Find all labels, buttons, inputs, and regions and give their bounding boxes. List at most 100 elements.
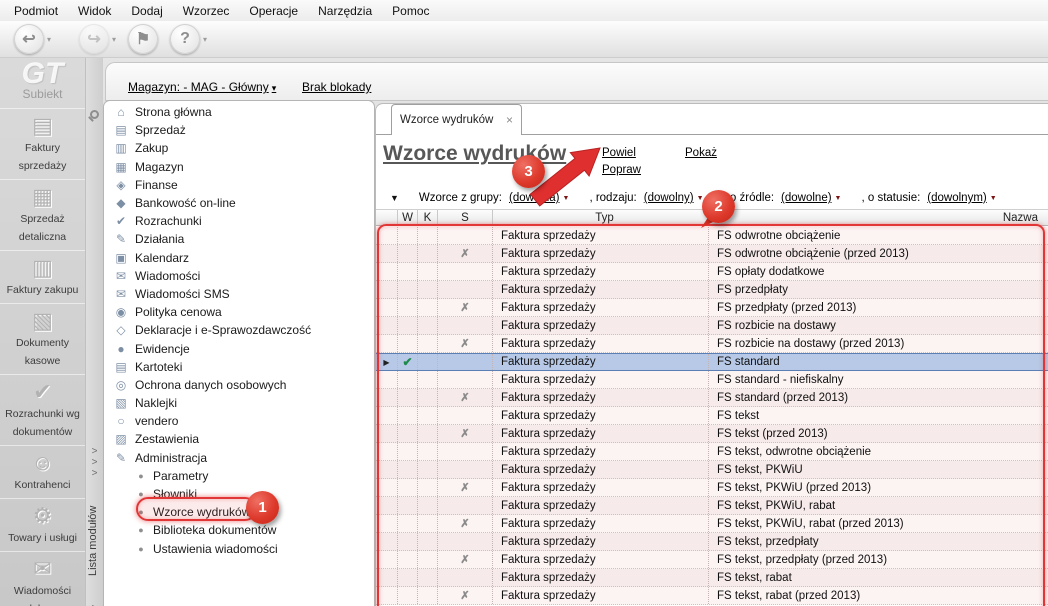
menu-item[interactable]: Narzędzia (308, 2, 382, 20)
tree-item[interactable]: ▣ Kalendarz (104, 249, 374, 267)
table-row[interactable]: ✗ Faktura sprzedaży FS rozbicie na dosta… (376, 335, 1048, 353)
tree-item[interactable]: ● Biblioteka dokumentów (104, 521, 374, 539)
tree-item[interactable]: ◉ Polityka cenowa (104, 303, 374, 321)
tree-item[interactable]: ⌂ Strona główna (104, 103, 374, 121)
menu-bar: Podmiot Widok Dodaj Wzorzec Operacje Narzędzi… (0, 0, 1048, 21)
sidebar-item[interactable]: ▥ Faktury zakupu (0, 250, 85, 303)
column-header-w[interactable]: W (398, 210, 418, 225)
tree-item[interactable]: ✎ Działania (104, 230, 374, 248)
tree-item[interactable]: ● Słowniki (104, 485, 374, 503)
table-row[interactable]: ✗ Faktura sprzedaży FS tekst (przed 2013… (376, 425, 1048, 443)
table-row[interactable]: ✗ Faktura sprzedaży FS tekst, PKWiU (prz… (376, 479, 1048, 497)
tree-item[interactable]: ▨ Zestawienia (104, 430, 374, 448)
tree-item[interactable]: ● Parametry (104, 467, 374, 485)
table-row[interactable]: Faktura sprzedaży FS rozbicie na dostawy (376, 317, 1048, 335)
sidebar-item[interactable]: ⚙ Towary i usługi (0, 498, 85, 551)
table-row[interactable]: Faktura sprzedaży FS tekst, odwrotne obc… (376, 443, 1048, 461)
strip-chevrons[interactable]: > > > (86, 446, 103, 479)
tree-item[interactable]: ▤ Kartoteki (104, 358, 374, 376)
help-icon[interactable]: ? (170, 24, 201, 54)
filter-value-link[interactable]: (dowolna) (509, 192, 560, 204)
table-row[interactable]: Faktura sprzedaży FS tekst, PKWiU, rabat (376, 497, 1048, 515)
table-row[interactable]: ▶ ✔ Faktura sprzedaży FS standard (376, 353, 1048, 371)
table-row[interactable]: Faktura sprzedaży FS opłaty dodatkowe (376, 263, 1048, 281)
table-row[interactable]: ✗ Faktura sprzedaży FS odwrotne obciążen… (376, 245, 1048, 263)
tree-item[interactable]: ✎ Administracja (104, 449, 374, 467)
tree-item[interactable]: ✔ Rozrachunki (104, 212, 374, 230)
table-row[interactable]: ✗ Faktura sprzedaży FS tekst, PKWiU, rab… (376, 515, 1048, 533)
action-powiel[interactable]: Powiel (602, 147, 636, 159)
tree-item-label: Słowniki (153, 487, 198, 502)
sidebar-item[interactable]: ▦ Sprzedaż detaliczna (0, 179, 85, 250)
column-header-typ[interactable]: Typ (493, 210, 709, 225)
sidebar-item[interactable]: ▧ Dokumenty kasowe (0, 303, 85, 374)
tree-item[interactable]: ▤ Sprzedaż (104, 121, 374, 139)
table-row[interactable]: Faktura sprzedaży FS przedpłaty (376, 281, 1048, 299)
tab-wzorce-wydrukow[interactable]: Wzorce wydruków × (391, 104, 522, 135)
tree-item[interactable]: ✉ Wiadomości (104, 267, 374, 285)
filter-value-link[interactable]: (dowolnym) (927, 192, 986, 204)
table-row[interactable]: Faktura sprzedaży FS tekst, PKWiU (376, 461, 1048, 479)
tree-item-icon: ◉ (115, 305, 127, 320)
magnifier-icon[interactable] (90, 110, 99, 119)
close-icon[interactable]: × (506, 113, 513, 127)
action-pokaz[interactable]: Pokaż (685, 147, 717, 159)
flag-icon[interactable]: ⚑ (128, 24, 159, 54)
dropdown-caret-icon[interactable]: ▾ (203, 35, 207, 44)
tree-item[interactable]: ◎ Ochrona danych osobowych (104, 376, 374, 394)
tree-item[interactable]: ▦ Magazyn (104, 158, 374, 176)
table-row[interactable]: ✗ Faktura sprzedaży FS tekst, rabat (prz… (376, 587, 1048, 605)
table-row[interactable]: Faktura sprzedaży FS tekst (376, 407, 1048, 425)
table-row[interactable]: Faktura sprzedaży FS odwrotne obciążenie (376, 227, 1048, 245)
table-row[interactable]: Faktura sprzedaży FS tekst, przedpłaty (376, 533, 1048, 551)
menu-item[interactable]: Wzorzec (173, 2, 240, 20)
sidebar-item[interactable]: ☺ Kontrahenci (0, 445, 85, 498)
tree-item-label: Deklaracje i e-Sprawozdawczość (135, 323, 312, 338)
tree-item[interactable]: ● Wzorce wydruków (104, 503, 374, 521)
tree-item[interactable]: ◈ Finanse (104, 176, 374, 194)
table-row[interactable]: Faktura sprzedaży FS tekst, rabat (376, 569, 1048, 587)
filter-value-link[interactable]: (dowolny) (644, 192, 694, 204)
filter-collapse-icon[interactable]: ▼ (390, 193, 399, 203)
dropdown-caret-icon[interactable]: ▾ (47, 35, 51, 44)
menu-item[interactable]: Podmiot (4, 2, 68, 20)
tree-item[interactable]: ● Ewidencje (104, 339, 374, 357)
column-header-nazwa[interactable]: Nazwa (709, 210, 1048, 225)
lock-status-link[interactable]: Brak blokady (302, 80, 371, 94)
table-row[interactable]: ✗ Faktura sprzedaży FS standard (przed 2… (376, 389, 1048, 407)
filter-dropdown-icon[interactable]: ▼ (697, 195, 704, 202)
page-title[interactable]: Wzorce wydruków ▼ (383, 142, 581, 166)
warehouse-selector[interactable]: Magazyn: - MAG - Główny ▾ (128, 80, 276, 94)
column-header-s[interactable]: S (438, 210, 493, 225)
tree-item[interactable]: ▧ Naklejki (104, 394, 374, 412)
table-row[interactable]: ✗ Faktura sprzedaży FS tekst, przedpłaty… (376, 551, 1048, 569)
tree-item[interactable]: ○ vendero (104, 412, 374, 430)
menu-item[interactable]: Operacje (239, 2, 308, 20)
menu-item[interactable]: Dodaj (121, 2, 172, 20)
tree-item[interactable]: ▥ Zakup (104, 139, 374, 157)
dropdown-caret-icon[interactable]: ▾ (112, 35, 116, 44)
column-header-k[interactable]: K (418, 210, 438, 225)
menu-item[interactable]: Widok (68, 2, 121, 20)
filter-dropdown-icon[interactable]: ▼ (990, 195, 997, 202)
filter-dropdown-icon[interactable]: ▼ (563, 195, 570, 202)
tree-item[interactable]: ◆ Bankowość on-line (104, 194, 374, 212)
cell-nazwa: FS standard - niefiskalny (717, 373, 844, 386)
menu-item[interactable]: Pomoc (382, 2, 439, 20)
tree-item-label: Ewidencje (135, 341, 190, 356)
sidebar-item[interactable]: ✉ Wiadomości odebrane (0, 551, 85, 606)
nav-forward-icon[interactable]: ↪ (79, 24, 110, 54)
modules-strip-label: Lista modułów (87, 505, 99, 577)
tree-item[interactable]: ✉ Wiadomości SMS (104, 285, 374, 303)
tree-item[interactable]: ◇ Deklaracje i e-Sprawozdawczość (104, 321, 374, 339)
sidebar-item[interactable]: ▤ Faktury sprzedaży (0, 108, 85, 179)
table-row[interactable]: ✗ Faktura sprzedaży FS przedpłaty (przed… (376, 299, 1048, 317)
sidebar-item[interactable]: ✔ Rozrachunki wg dokumentów (0, 374, 85, 445)
nav-back-icon[interactable]: ↩ (14, 24, 44, 54)
action-popraw[interactable]: Popraw (602, 164, 641, 176)
filter-dropdown-icon[interactable]: ▼ (835, 195, 842, 202)
cell-nazwa: FS rozbicie na dostawy (przed 2013) (717, 337, 905, 350)
tree-item[interactable]: ● Ustawienia wiadomości (104, 540, 374, 558)
table-row[interactable]: Faktura sprzedaży FS standard - niefiska… (376, 371, 1048, 389)
filter-value-link[interactable]: (dowolne) (781, 192, 832, 204)
